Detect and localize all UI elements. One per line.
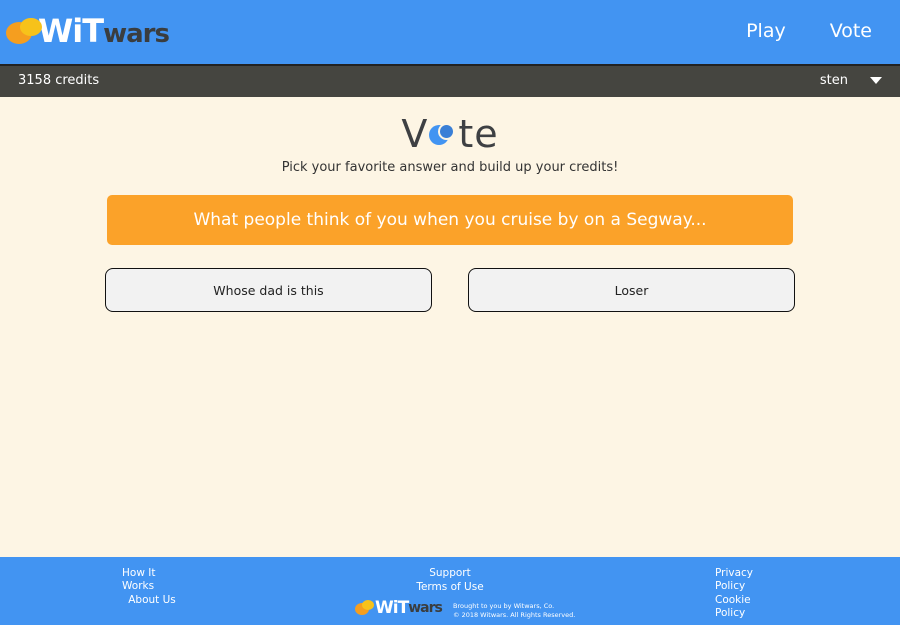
- page-title: Vte: [0, 112, 900, 158]
- brought-by-text: Brought to you by Witwars, Co.: [453, 602, 555, 610]
- title-v-letter: V: [401, 112, 429, 156]
- how-it-works-link[interactable]: How It Works: [122, 567, 182, 593]
- witwars-logo[interactable]: WiT wars: [6, 11, 170, 52]
- footer-logo-wars-text: wars: [408, 600, 443, 616]
- answer-button-1[interactable]: Whose dad is this: [105, 268, 432, 312]
- footer-col-info: How It Works About Us: [122, 567, 182, 607]
- user-menu[interactable]: sten: [820, 73, 882, 88]
- answer-button-2[interactable]: Loser: [468, 268, 795, 312]
- terms-of-use-link[interactable]: Terms of Use: [416, 581, 483, 594]
- footer-logo-wit-text: WiT: [375, 598, 409, 618]
- footer-logo: WiT wars: [355, 598, 443, 618]
- top-header: WiT wars Play Vote: [0, 0, 900, 64]
- copyright-text: © 2018 Witwars. All Rights Reserved.: [453, 611, 576, 619]
- about-us-link[interactable]: About Us: [128, 594, 176, 607]
- speech-bubbles-icon: [6, 16, 42, 48]
- main-nav: Play Vote: [746, 20, 872, 42]
- page-subtitle: Pick your favorite answer and build up y…: [281, 160, 619, 175]
- title-rest-letters: te: [458, 112, 499, 156]
- speech-bubble-o-icon: [429, 121, 457, 149]
- footer: How It Works About Us Support Terms of U…: [0, 557, 900, 625]
- logo-wit-text: WiT: [38, 11, 104, 50]
- caret-down-icon[interactable]: [870, 77, 882, 84]
- footer-copyright: Brought to you by Witwars, Co. © 2018 Wi…: [453, 602, 575, 620]
- username: sten: [819, 73, 848, 88]
- credits-count: 3158 credits: [18, 73, 100, 88]
- footer-col-support: Support Terms of Use: [415, 567, 485, 594]
- question-prompt: What people think of you when you cruise…: [107, 195, 793, 245]
- footer-col-legal: Privacy Policy Cookie Policy: [715, 567, 783, 620]
- logo-wars-text: wars: [103, 18, 170, 49]
- cookie-policy-link[interactable]: Cookie Policy: [715, 594, 783, 620]
- nav-vote-link[interactable]: Vote: [830, 20, 872, 42]
- nav-play-link[interactable]: Play: [746, 20, 786, 42]
- privacy-policy-link[interactable]: Privacy Policy: [715, 567, 783, 593]
- footer-speech-bubbles-icon: [355, 599, 375, 617]
- credit-bar: 3158 credits sten: [0, 64, 900, 97]
- support-link[interactable]: Support: [429, 567, 471, 580]
